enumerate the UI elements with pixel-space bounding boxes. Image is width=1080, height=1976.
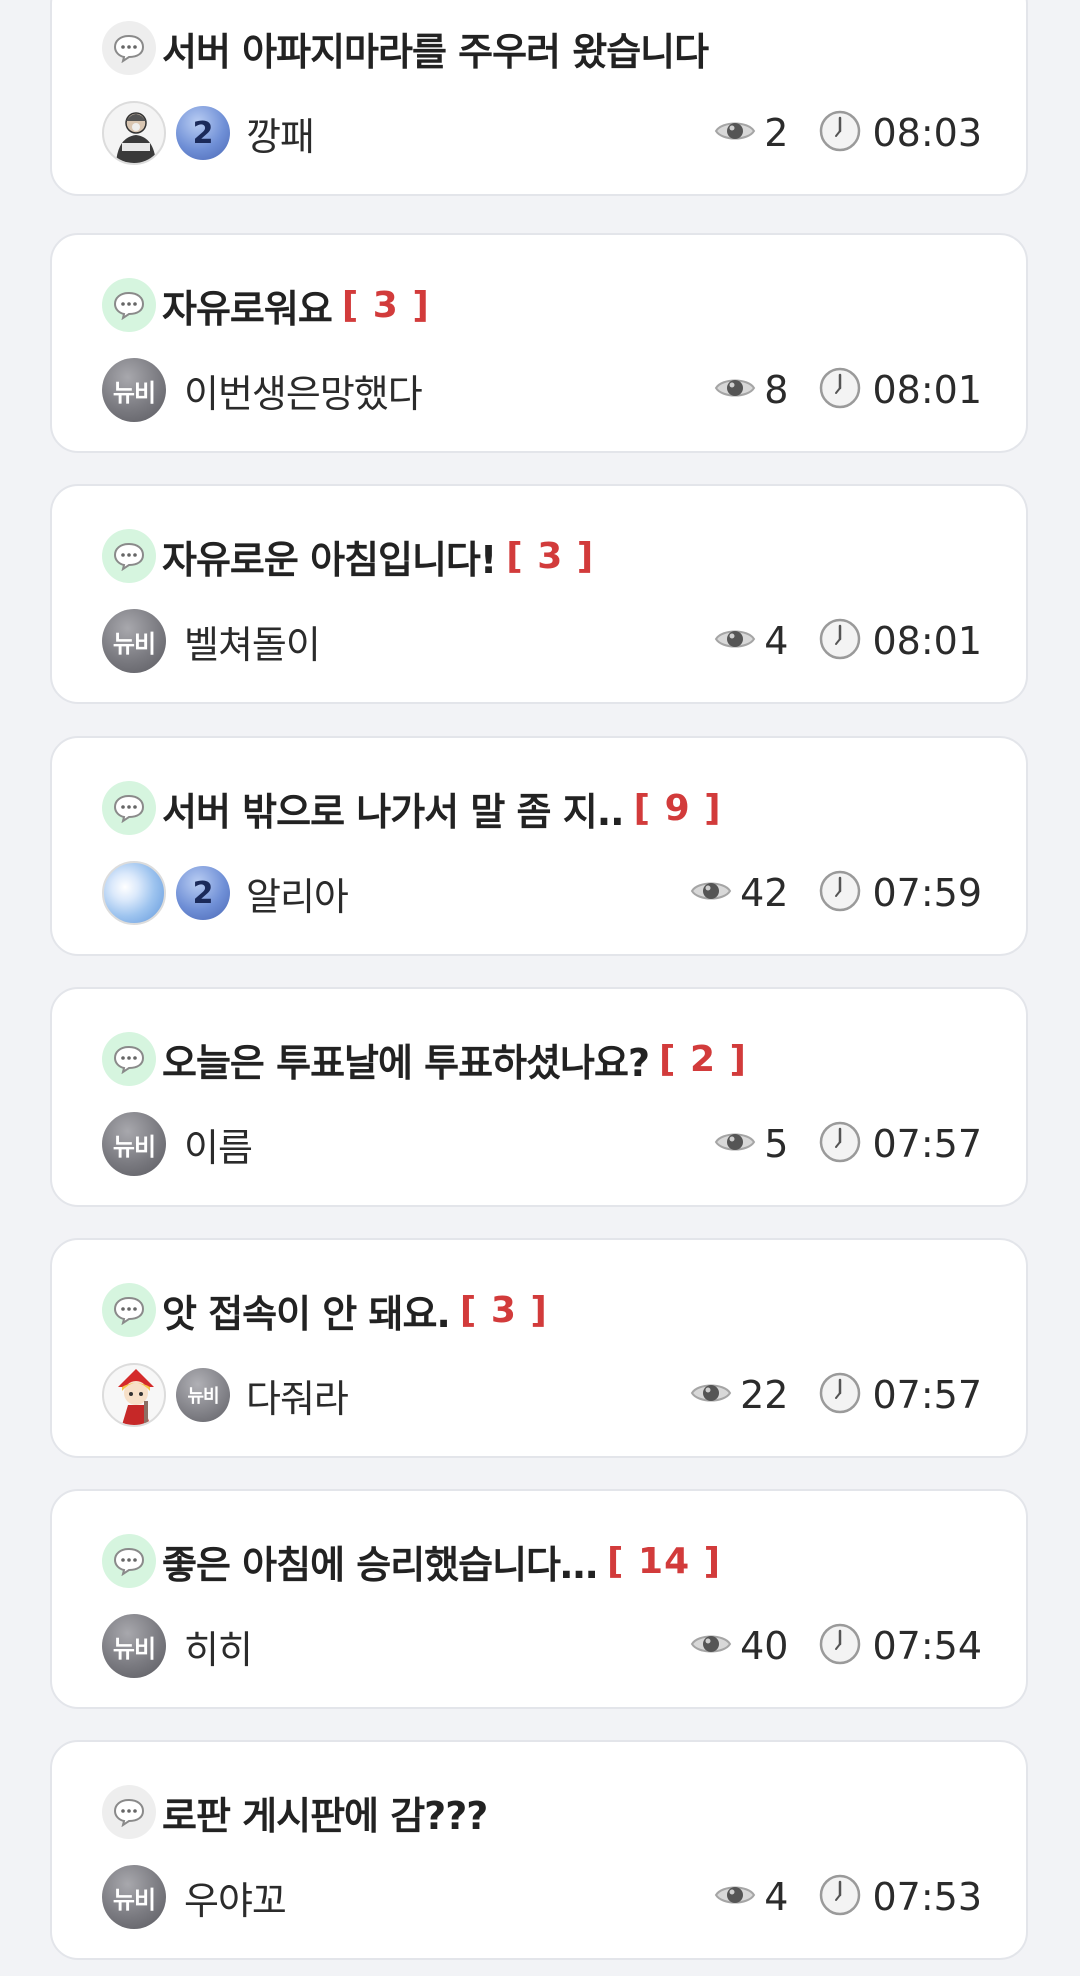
post-card[interactable]: 자유로워요[ 3 ] 뉴비 이번생은망했다 8 08:01 [50, 233, 1028, 453]
eye-icon [690, 876, 732, 910]
author-name[interactable]: 벨쳐돌이 [184, 614, 321, 669]
clock-icon [818, 1371, 862, 1419]
view-count: 40 [740, 1624, 789, 1668]
clock-icon [818, 1622, 862, 1670]
comment-count: [ 9 ] [633, 787, 722, 829]
view-count: 8 [764, 368, 789, 412]
view-count: 4 [764, 619, 789, 663]
post-meta-row: 2 깡패 2 08:03 [102, 100, 982, 166]
post-time: 07:54 [872, 1624, 982, 1668]
post-title[interactable]: 오늘은 투표날에 투표하셨나요? [162, 1032, 650, 1087]
eye-icon [690, 1378, 732, 1412]
post-meta-row: 뉴비 이름 5 07:57 [102, 1111, 982, 1177]
post-time: 08:01 [872, 619, 982, 663]
avatar[interactable]: 뉴비 [102, 1865, 166, 1929]
avatar[interactable] [102, 861, 166, 925]
post-time: 07:57 [872, 1122, 982, 1166]
view-count: 22 [740, 1373, 789, 1417]
view-count: 2 [764, 111, 789, 155]
post-card[interactable]: 좋은 아침에 승리했습니다…[ 14 ] 뉴비 히히 40 07:54 [50, 1489, 1028, 1709]
speech-bubble-icon [102, 529, 156, 583]
speech-bubble-icon [102, 1283, 156, 1337]
eye-icon [714, 116, 756, 150]
clock-icon [818, 869, 862, 917]
post-meta-row: 뉴비 벨쳐돌이 4 08:01 [102, 608, 982, 674]
author-name[interactable]: 이름 [184, 1117, 253, 1172]
clock-icon [818, 617, 862, 665]
speech-bubble-icon [102, 781, 156, 835]
post-card[interactable]: 로판 게시판에 감??? 뉴비 우야꼬 4 07:53 [50, 1740, 1028, 1960]
clock-icon [818, 1120, 862, 1168]
post-title[interactable]: 앗 접속이 안 돼요. [162, 1283, 451, 1338]
post-card[interactable]: 서버 아파지마라를 주우러 왔습니다 2 깡패 2 08:03 [50, 0, 1028, 196]
post-meta-row: 2 알리아 42 07:59 [102, 860, 982, 926]
post-time: 07:57 [872, 1373, 982, 1417]
post-title-row: 로판 게시판에 감??? [102, 1782, 986, 1842]
post-card[interactable]: 자유로운 아침입니다![ 3 ] 뉴비 벨쳐돌이 4 08:01 [50, 484, 1028, 704]
author-name[interactable]: 깡패 [246, 106, 315, 161]
post-title[interactable]: 자유로워요 [162, 278, 333, 333]
post-time: 08:01 [872, 368, 982, 412]
post-title[interactable]: 좋은 아침에 승리했습니다… [162, 1534, 598, 1589]
post-title[interactable]: 자유로운 아침입니다! [162, 529, 497, 584]
post-card[interactable]: 오늘은 투표날에 투표하셨나요?[ 2 ] 뉴비 이름 5 07:57 [50, 987, 1028, 1207]
post-title[interactable]: 서버 밖으로 나가서 말 좀 지.. [162, 781, 625, 836]
clock-icon [818, 366, 862, 414]
clock-icon [818, 1873, 862, 1921]
comment-count: [ 2 ] [658, 1038, 748, 1080]
author-name[interactable]: 이번생은망했다 [184, 363, 423, 418]
speech-bubble-icon [102, 1785, 156, 1839]
clock-icon [818, 109, 862, 157]
speech-bubble-icon [102, 21, 156, 75]
avatar[interactable]: 뉴비 [102, 358, 166, 422]
post-card[interactable]: 서버 밖으로 나가서 말 좀 지..[ 9 ] 2 알리아 42 07:59 [50, 736, 1028, 956]
post-title-row: 서버 아파지마라를 주우러 왔습니다 [102, 18, 986, 78]
author-name[interactable]: 우야꼬 [184, 1870, 287, 1925]
avatar[interactable]: 뉴비 [102, 1614, 166, 1678]
author-name[interactable]: 다줘라 [246, 1368, 349, 1423]
post-title-row: 자유로운 아침입니다![ 3 ] [102, 526, 986, 586]
comment-count: [ 3 ] [459, 1289, 548, 1331]
comment-count: [ 14 ] [607, 1540, 722, 1582]
avatar[interactable] [102, 1363, 166, 1427]
post-meta-row: 뉴비 다줘라 22 07:57 [102, 1362, 982, 1428]
speech-bubble-icon [102, 1534, 156, 1588]
post-title[interactable]: 로판 게시판에 감??? [162, 1785, 488, 1840]
view-count: 4 [764, 1875, 789, 1919]
level-badge: 뉴비 [176, 1368, 230, 1422]
eye-icon [714, 1127, 756, 1161]
comment-count: [ 3 ] [506, 535, 595, 577]
post-title-row: 오늘은 투표날에 투표하셨나요?[ 2 ] [102, 1029, 986, 1089]
author-name[interactable]: 알리아 [246, 866, 349, 921]
speech-bubble-icon [102, 278, 156, 332]
eye-icon [714, 624, 756, 658]
speech-bubble-icon [102, 1032, 156, 1086]
view-count: 42 [740, 871, 789, 915]
author-name[interactable]: 히히 [184, 1619, 253, 1674]
post-title-row: 앗 접속이 안 돼요.[ 3 ] [102, 1280, 986, 1340]
level-badge: 2 [176, 106, 230, 160]
post-title[interactable]: 서버 아파지마라를 주우러 왔습니다 [162, 21, 709, 76]
post-title-row: 자유로워요[ 3 ] [102, 275, 986, 335]
level-badge: 2 [176, 866, 230, 920]
post-time: 08:03 [872, 111, 982, 155]
comment-count: [ 3 ] [341, 284, 430, 326]
post-time: 07:53 [872, 1875, 982, 1919]
avatar[interactable]: 뉴비 [102, 609, 166, 673]
post-title-row: 좋은 아침에 승리했습니다…[ 14 ] [102, 1531, 986, 1591]
eye-icon [714, 1880, 756, 1914]
avatar[interactable] [102, 101, 166, 165]
eye-icon [714, 373, 756, 407]
post-title-row: 서버 밖으로 나가서 말 좀 지..[ 9 ] [102, 778, 986, 838]
view-count: 5 [764, 1122, 789, 1166]
post-meta-row: 뉴비 우야꼬 4 07:53 [102, 1864, 982, 1930]
eye-icon [690, 1629, 732, 1663]
post-time: 07:59 [872, 871, 982, 915]
post-list: 서버 아파지마라를 주우러 왔습니다 2 깡패 2 08:03 자유로워요[ 3 ] 뉴비 이… [0, 0, 1080, 1976]
post-meta-row: 뉴비 히히 40 07:54 [102, 1613, 982, 1679]
avatar[interactable]: 뉴비 [102, 1112, 166, 1176]
post-card[interactable]: 앗 접속이 안 돼요.[ 3 ] 뉴비 다줘라 22 07:57 [50, 1238, 1028, 1458]
post-meta-row: 뉴비 이번생은망했다 8 08:01 [102, 357, 982, 423]
